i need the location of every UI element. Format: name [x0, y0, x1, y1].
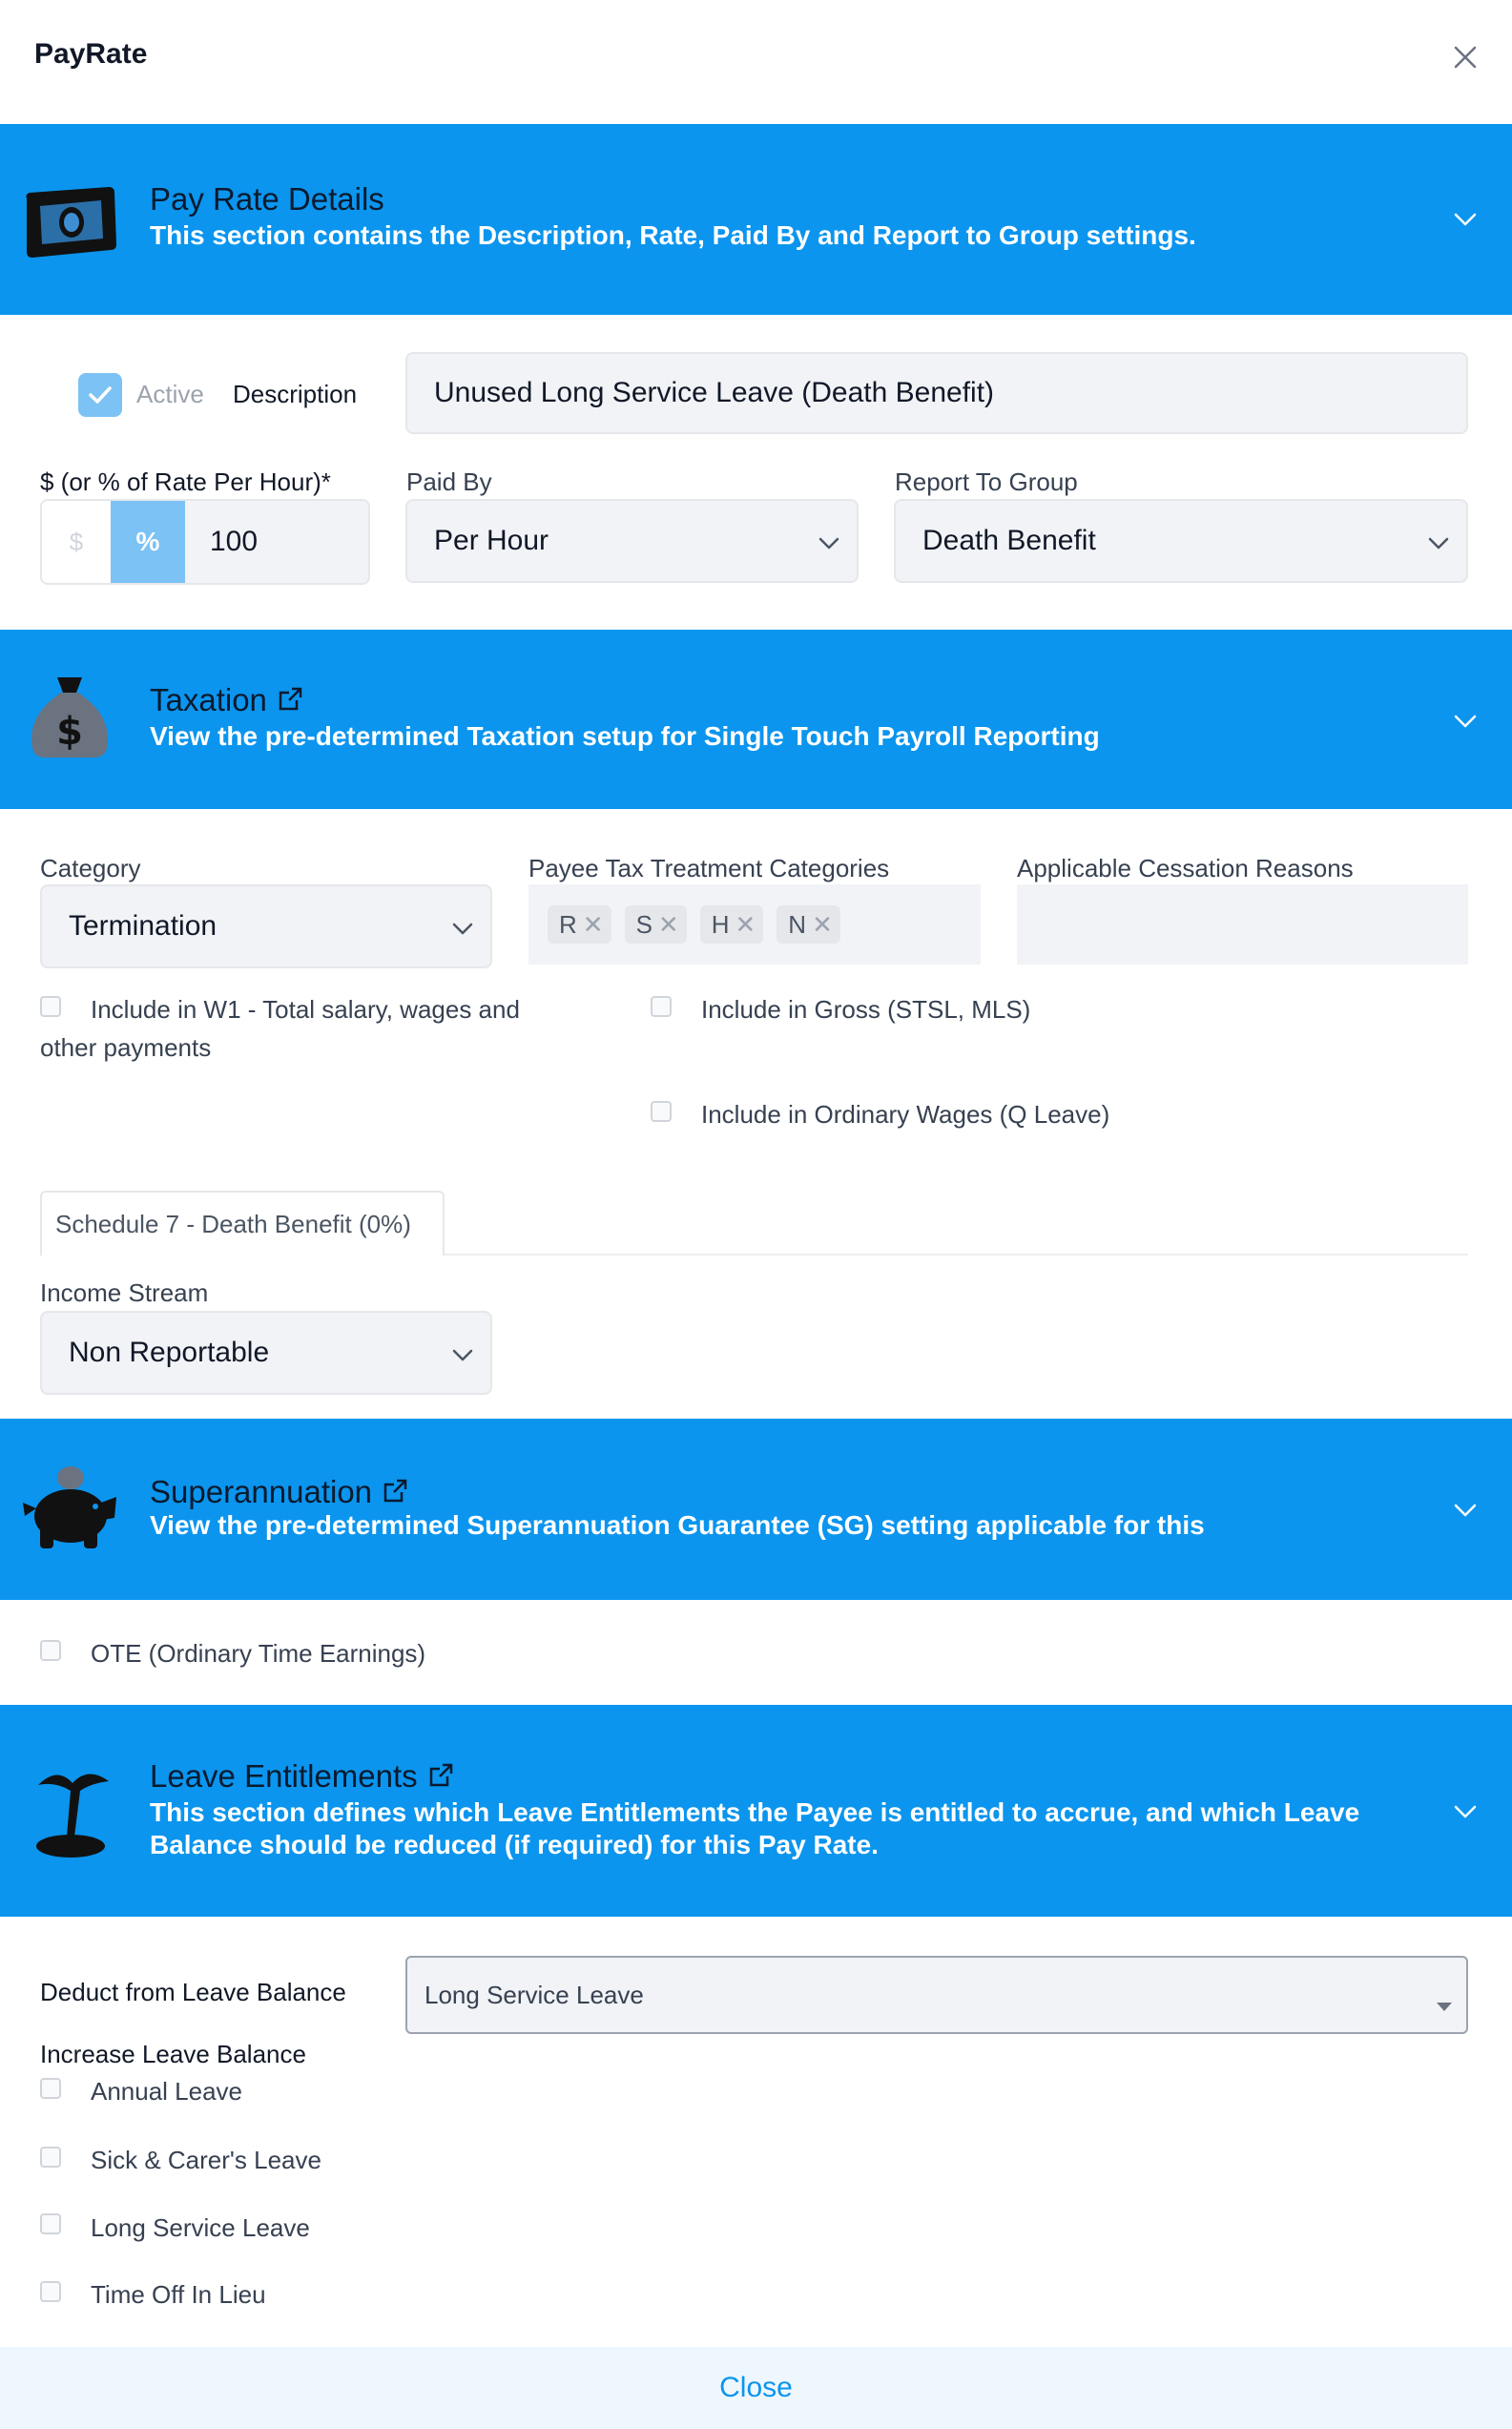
cessation-label: Applicable Cessation Reasons	[1017, 854, 1354, 882]
category-select[interactable]: Termination	[40, 884, 492, 968]
income-stream-select[interactable]: Non Reportable	[40, 1311, 492, 1395]
chevron-down-icon[interactable]	[1450, 1796, 1481, 1827]
toil-label: Time Off In Lieu	[91, 2280, 266, 2309]
rate-input[interactable]: 100	[210, 526, 258, 558]
svg-text:$: $	[56, 710, 83, 754]
deduct-value: Long Service Leave	[425, 1980, 644, 2009]
close-icon[interactable]: ✕	[658, 910, 679, 940]
close-icon[interactable]	[1448, 40, 1482, 74]
income-stream-value: Non Reportable	[69, 1337, 270, 1368]
gross-checkbox[interactable]	[651, 996, 672, 1017]
tax-chip[interactable]: N ✕	[777, 905, 840, 944]
section-description: This section contains the Description, R…	[150, 220, 1196, 250]
payee-tax-multiselect[interactable]: R ✕ S ✕ H ✕ N ✕	[528, 884, 981, 965]
gross-label: Include in Gross (STSL, MLS)	[701, 995, 1031, 1024]
section-description: This section defines which Leave Entitle…	[150, 1797, 1360, 1859]
ote-checkbox[interactable]	[40, 1640, 61, 1661]
tax-chip[interactable]: H ✕	[699, 905, 764, 944]
external-link-icon[interactable]	[426, 1758, 455, 1794]
money-bill-icon	[21, 181, 120, 268]
deduct-label: Deduct from Leave Balance	[40, 1978, 346, 2006]
section-description: View the pre-determined Taxation setup f…	[150, 721, 1100, 751]
annual-leave-label: Annual Leave	[91, 2077, 243, 2106]
close-icon[interactable]: ✕	[812, 910, 833, 940]
modal-title: PayRate	[34, 38, 148, 70]
external-link-icon[interactable]	[276, 682, 304, 717]
increase-label: Increase Leave Balance	[40, 2040, 306, 2068]
chevron-down-icon	[817, 529, 841, 552]
section-description: View the pre-determined Superannuation G…	[150, 1510, 1205, 1540]
chevron-down-icon	[1426, 529, 1451, 552]
close-button[interactable]: Close	[719, 2372, 793, 2404]
close-icon[interactable]: ✕	[583, 910, 604, 940]
paid-by-label: Paid By	[406, 467, 492, 496]
tax-chip[interactable]: S ✕	[624, 905, 687, 944]
description-input[interactable]: Unused Long Service Leave (Death Benefit…	[405, 352, 1468, 434]
toil-checkbox[interactable]	[40, 2281, 61, 2302]
chevron-down-icon[interactable]	[1450, 706, 1481, 737]
paid-by-select[interactable]: Per Hour	[405, 499, 859, 583]
rate-input-group: $ % 100	[40, 499, 370, 585]
category-label: Category	[40, 854, 141, 882]
payee-tax-label: Payee Tax Treatment Categories	[528, 854, 890, 882]
caret-down-icon	[1436, 1990, 1453, 2020]
section-title: Superannuation	[150, 1474, 409, 1510]
section-title: Pay Rate Details	[150, 181, 384, 217]
dollar-toggle[interactable]: $	[42, 501, 111, 583]
long-service-leave-checkbox[interactable]	[40, 2213, 61, 2234]
chevron-down-icon	[450, 915, 475, 938]
external-link-icon[interactable]	[381, 1474, 409, 1509]
taxation-title: Taxation	[150, 682, 267, 717]
chevron-down-icon[interactable]	[1450, 204, 1481, 235]
deduct-leave-select[interactable]: Long Service Leave	[405, 1956, 1468, 2034]
report-group-select[interactable]: Death Benefit	[894, 499, 1468, 583]
sick-leave-label: Sick & Carer's Leave	[91, 2146, 321, 2174]
taxation-header[interactable]: $ Taxation View the pre-determined Taxat…	[0, 630, 1512, 809]
leave-title: Leave Entitlements	[150, 1758, 418, 1794]
cessation-multiselect[interactable]	[1017, 884, 1468, 965]
section-title: Taxation	[150, 682, 304, 718]
report-group-value: Death Benefit	[922, 525, 1096, 556]
palm-tree-icon	[29, 1766, 114, 1866]
pay-rate-details-header[interactable]: Pay Rate Details This section contains t…	[0, 124, 1512, 315]
rate-label: $ (or % of Rate Per Hour)*	[40, 467, 331, 496]
money-bag-icon: $	[25, 674, 114, 766]
leave-entitlements-header[interactable]: Leave Entitlements This section defines …	[0, 1705, 1512, 1917]
ordinary-wages-checkbox[interactable]	[651, 1101, 672, 1122]
active-checkbox[interactable]	[78, 373, 122, 417]
section-title: Leave Entitlements	[150, 1758, 455, 1795]
ote-label: OTE (Ordinary Time Earnings)	[91, 1639, 426, 1668]
percent-toggle[interactable]: %	[111, 501, 185, 583]
tab-schedule-7[interactable]: Schedule 7 - Death Benefit (0%)	[40, 1191, 445, 1256]
w1-label: Include in W1 - Total salary, wages and …	[40, 995, 520, 1062]
description-label: Description	[233, 380, 358, 408]
ordinary-wages-label: Include in Ordinary Wages (Q Leave)	[701, 1100, 1110, 1129]
report-group-label: Report To Group	[895, 467, 1078, 496]
category-value: Termination	[69, 910, 217, 942]
chevron-down-icon[interactable]	[1450, 1495, 1481, 1526]
close-icon[interactable]: ✕	[735, 910, 756, 940]
annual-leave-checkbox[interactable]	[40, 2078, 61, 2099]
long-service-leave-label: Long Service Leave	[91, 2213, 310, 2242]
tax-chip[interactable]: R ✕	[548, 905, 611, 944]
piggy-bank-icon	[21, 1464, 120, 1559]
modal-footer: Close	[0, 2347, 1512, 2429]
paid-by-value: Per Hour	[434, 525, 549, 556]
chevron-down-icon	[450, 1341, 475, 1364]
income-stream-label: Income Stream	[40, 1278, 209, 1307]
superannuation-title: Superannuation	[150, 1474, 373, 1509]
active-label: Active	[136, 380, 204, 408]
superannuation-header[interactable]: Superannuation View the pre-determined S…	[0, 1419, 1512, 1600]
sick-leave-checkbox[interactable]	[40, 2147, 61, 2168]
